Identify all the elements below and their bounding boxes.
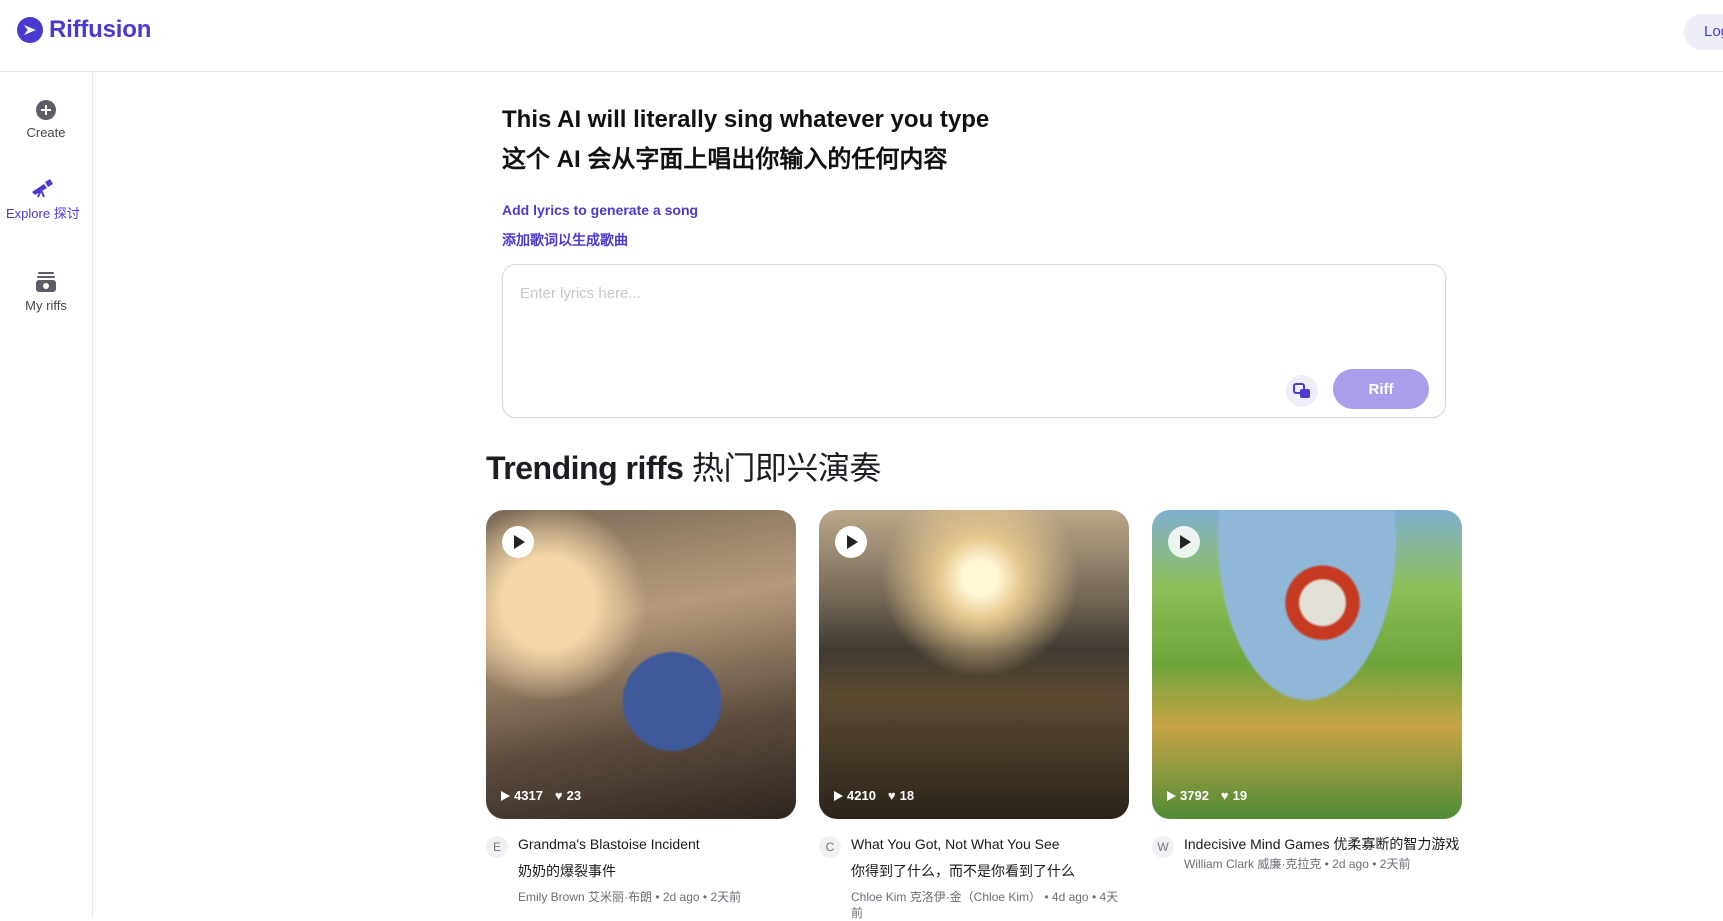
brand-name: Riffusion (49, 16, 152, 43)
riff-byline: William Clark 威廉·克拉克 • 2d ago • 2天前 (1184, 857, 1411, 871)
riff-title-cn: 奶奶的爆裂事件 (518, 863, 616, 879)
play-count: 3792 (1167, 788, 1209, 803)
play-count-value: 4210 (847, 788, 876, 803)
like-count-value: 19 (1232, 788, 1248, 803)
avatar[interactable]: W (1152, 836, 1174, 858)
translate-button[interactable] (1286, 375, 1318, 407)
riff-byline: Chloe Kim 克洛伊·金（Chloe Kim） • 4d ago • 4天… (851, 890, 1119, 920)
play-count-value: 4317 (514, 788, 543, 803)
page-title-en: This AI will literally sing whatever you… (502, 106, 990, 133)
plus-circle-icon (36, 100, 56, 120)
lyrics-input[interactable] (520, 285, 1400, 345)
riff-byline: Emily Brown 艾米丽·布朗 • 2d ago • 2天前 (518, 890, 742, 904)
avatar[interactable]: C (819, 836, 841, 858)
riff-meta: E Grandma's Blastoise Incident 奶奶的爆裂事件 E… (486, 835, 796, 905)
page-title-cn: 这个 AI 会从字面上唱出你输入的任何内容 (502, 146, 948, 173)
lyrics-composer: Riff (502, 264, 1446, 418)
sidebar: Create Explore 探讨 My riffs (0, 72, 93, 918)
like-count: ♥ 18 (888, 788, 914, 803)
telescope-icon (32, 179, 53, 198)
riffusion-logo-icon (17, 17, 43, 43)
trending-heading-cn: 热门即兴演奏 (691, 450, 882, 486)
riff-stats: 3792 ♥ 19 (1167, 788, 1247, 803)
riff-cover-image[interactable]: 4210 ♥ 18 (819, 510, 1129, 819)
riff-stats: 4210 ♥ 18 (834, 788, 914, 803)
riff-card[interactable]: 4317 ♥ 23 E Grandma's Blastoise Incident… (486, 510, 796, 905)
like-count-value: 18 (899, 788, 915, 803)
riff-title[interactable]: What You Got, Not What You See (851, 835, 1129, 854)
riff-cover-image[interactable]: 3792 ♥ 19 (1152, 510, 1462, 819)
sidebar-item-my-riffs[interactable]: My riffs (0, 271, 92, 313)
brand-logo[interactable]: Riffusion (17, 16, 151, 44)
play-count: 4210 (834, 788, 876, 803)
trending-heading-en: Trending riffs (486, 450, 684, 486)
play-count: 4317 (501, 788, 543, 803)
trending-heading: Trending riffs 热门即兴演奏 (486, 443, 881, 489)
sidebar-item-label: Explore 探讨 (6, 206, 80, 221)
riff-cover-image[interactable]: 4317 ♥ 23 (486, 510, 796, 819)
riff-meta: W Indecisive Mind Games 优柔寡断的智力游戏 Willia… (1152, 835, 1462, 872)
login-button[interactable]: Log in (1684, 14, 1723, 50)
riff-stats: 4317 ♥ 23 (501, 788, 581, 803)
like-count: ♥ 23 (555, 788, 581, 803)
page-title: This AI will literally sing whatever you… (502, 100, 1202, 180)
sidebar-item-explore[interactable]: Explore 探讨 (0, 178, 92, 222)
sidebar-item-label: My riffs (25, 298, 67, 313)
riff-title[interactable]: Indecisive Mind Games 优柔寡断的智力游戏 (1184, 835, 1462, 854)
play-button[interactable] (1168, 526, 1200, 558)
like-count: ♥ 19 (1221, 788, 1247, 803)
riff-meta: C What You Got, Not What You See 你得到了什么，… (819, 835, 1129, 921)
sidebar-item-create[interactable]: Create (0, 100, 92, 140)
riff-title[interactable]: Grandma's Blastoise Incident (518, 835, 796, 854)
translate-icon (1293, 383, 1310, 398)
heart-icon: ♥ (554, 788, 563, 803)
play-count-value: 3792 (1180, 788, 1209, 803)
top-header: Riffusion Log in (0, 0, 1723, 72)
heart-icon: ♥ (1220, 788, 1229, 803)
play-button[interactable] (835, 526, 867, 558)
add-lyrics-label-en: Add lyrics to generate a song (502, 202, 699, 218)
play-icon (1167, 790, 1176, 801)
avatar[interactable]: E (486, 836, 508, 858)
play-icon (501, 790, 510, 801)
play-button[interactable] (502, 526, 534, 558)
archive-box-icon (36, 272, 56, 292)
riff-button[interactable]: Riff (1333, 369, 1429, 409)
riff-card[interactable]: 4210 ♥ 18 C What You Got, Not What You S… (819, 510, 1129, 921)
sidebar-item-label: Create (26, 125, 66, 140)
heart-icon: ♥ (887, 788, 896, 803)
play-icon (834, 790, 843, 801)
riff-title-cn: 你得到了什么，而不是你看到了什么 (851, 863, 1075, 879)
riff-card[interactable]: 3792 ♥ 19 W Indecisive Mind Games 优柔寡断的智… (1152, 510, 1462, 872)
like-count-value: 23 (566, 788, 582, 803)
add-lyrics-label-cn: 添加歌词以生成歌曲 (502, 232, 628, 248)
